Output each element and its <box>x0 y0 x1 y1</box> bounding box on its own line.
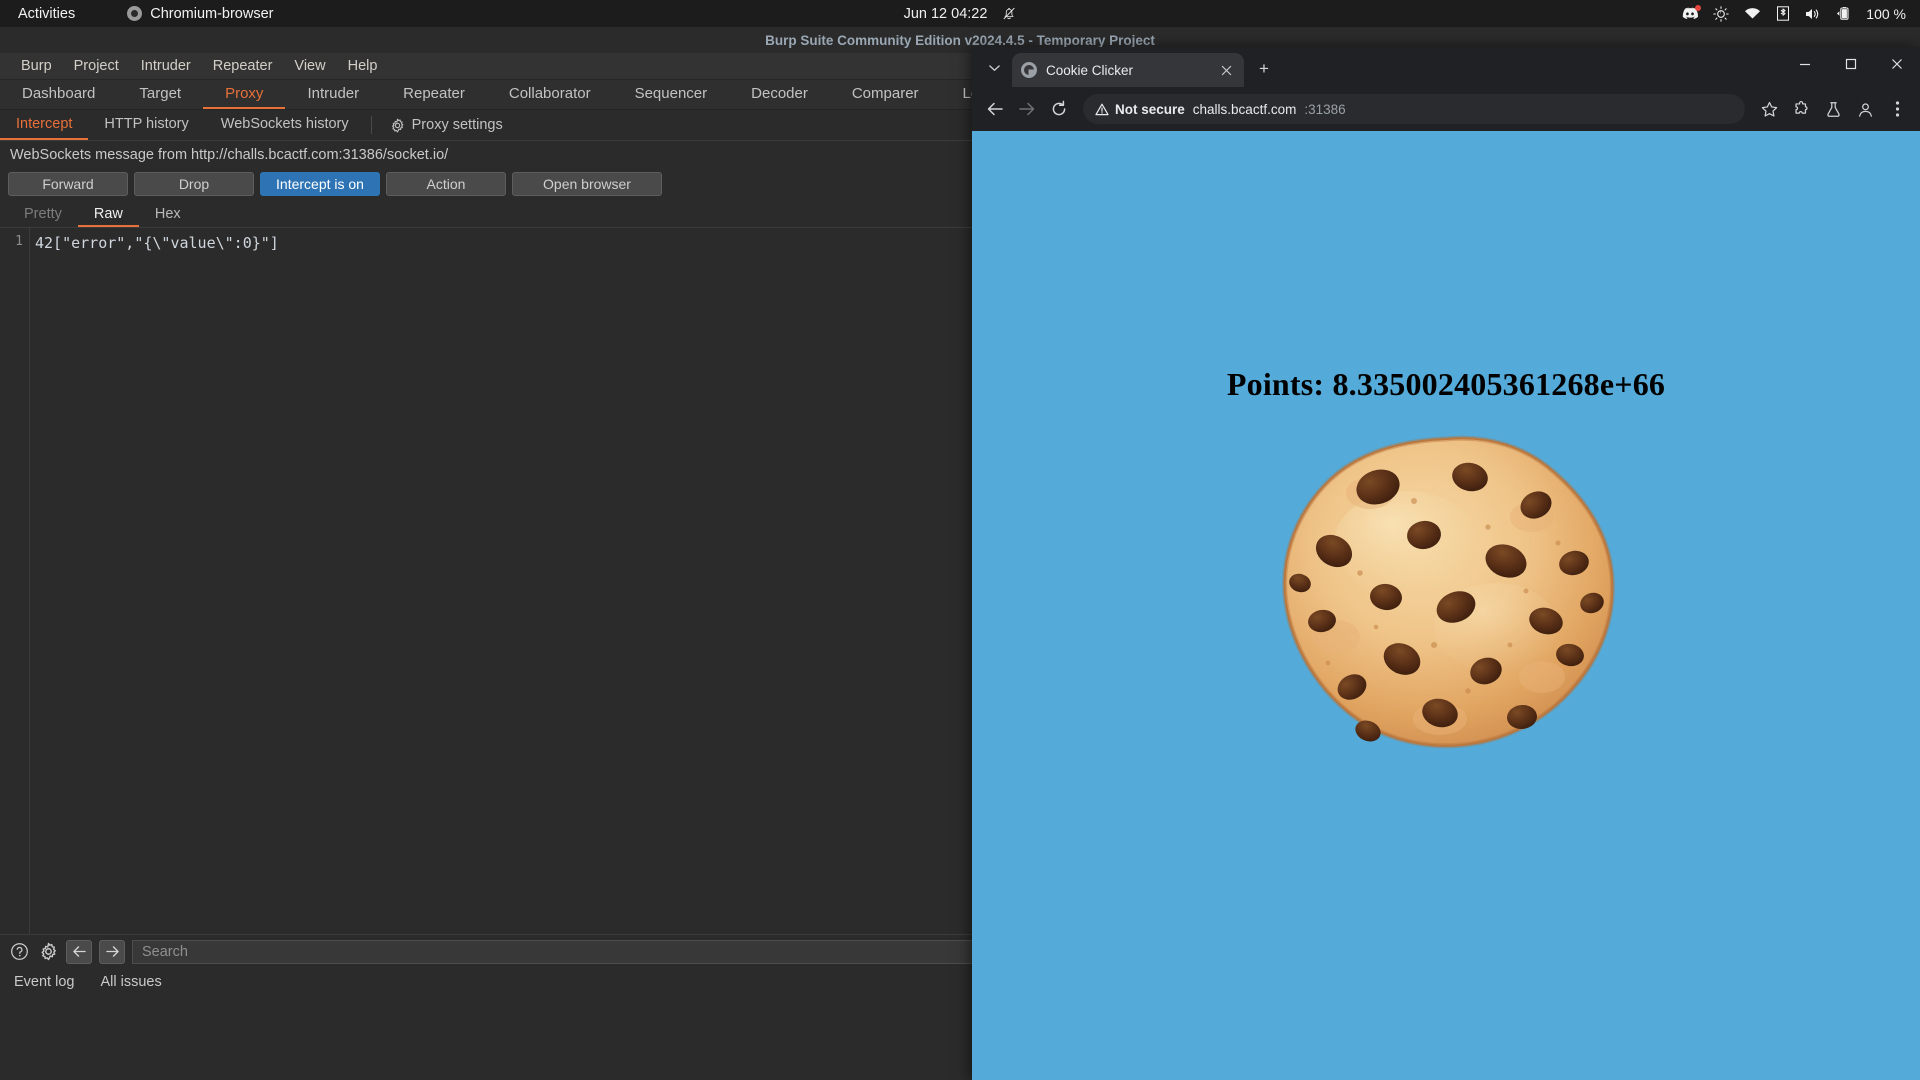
bluetooth-icon <box>1776 6 1790 21</box>
editor-line-number: 1 <box>0 228 28 934</box>
puzzle-icon[interactable] <box>1786 94 1816 124</box>
chrome-tabstrip: Cookie Clicker + <box>972 47 1920 87</box>
subtab-http-history[interactable]: HTTP history <box>88 110 204 140</box>
tab-proxy[interactable]: Proxy <box>203 80 285 109</box>
open-browser-button[interactable]: Open browser <box>512 172 662 196</box>
close-window-icon[interactable] <box>1874 47 1920 81</box>
warning-triangle-icon <box>1095 103 1109 116</box>
history-forward-button[interactable] <box>99 940 125 964</box>
status-all-issues[interactable]: All issues <box>100 974 161 990</box>
tab-intruder[interactable]: Intruder <box>285 80 381 109</box>
format-tab-hex[interactable]: Hex <box>139 202 197 227</box>
settings-gear-icon[interactable] <box>37 941 59 963</box>
brightness-icon <box>1713 6 1729 22</box>
gear-icon <box>390 118 405 133</box>
chromium-icon <box>127 6 142 21</box>
tab-repeater[interactable]: Repeater <box>381 80 487 109</box>
drop-button[interactable]: Drop <box>134 172 254 196</box>
gnome-top-bar: Activities Chromium-browser Jun 12 04:22 <box>0 0 1920 27</box>
arrow-back-icon[interactable] <box>980 94 1010 124</box>
format-tab-pretty[interactable]: Pretty <box>8 202 78 227</box>
reload-icon[interactable] <box>1044 94 1074 124</box>
proxy-settings-button[interactable]: Proxy settings <box>378 110 515 140</box>
history-back-button[interactable] <box>66 940 92 964</box>
close-icon[interactable] <box>1217 61 1235 79</box>
volume-icon <box>1805 7 1821 21</box>
chrome-toolbar: Not secure challs.bcactf.com :31386 <box>972 87 1920 131</box>
maximize-icon[interactable] <box>1828 47 1874 81</box>
subtab-divider <box>371 116 372 134</box>
clock-label: Jun 12 04:22 <box>904 6 988 22</box>
menu-project[interactable]: Project <box>63 55 130 77</box>
clock-area[interactable]: Jun 12 04:22 <box>904 6 1017 22</box>
intercept-toggle-button[interactable]: Intercept is on <box>260 172 380 196</box>
help-icon[interactable] <box>8 941 30 963</box>
chromium-window: Cookie Clicker + <box>972 47 1920 1080</box>
bell-muted-icon <box>1001 6 1016 21</box>
forward-button[interactable]: Forward <box>8 172 128 196</box>
three-dot-menu-icon[interactable] <box>1882 94 1912 124</box>
window-controls <box>1782 47 1920 81</box>
person-icon[interactable] <box>1850 94 1880 124</box>
system-tray[interactable]: 100 % <box>1681 6 1906 22</box>
menu-burp[interactable]: Burp <box>10 55 63 77</box>
battery-percent-label: 100 % <box>1866 6 1906 22</box>
url-port: :31386 <box>1304 102 1345 117</box>
security-indicator[interactable]: Not secure <box>1095 102 1185 117</box>
subtab-websockets-history[interactable]: WebSockets history <box>205 110 365 140</box>
format-tab-raw[interactable]: Raw <box>78 202 139 227</box>
browser-tab-title: Cookie Clicker <box>1046 63 1208 78</box>
tab-comparer[interactable]: Comparer <box>830 80 941 109</box>
tab-decoder[interactable]: Decoder <box>729 80 830 109</box>
notification-badge <box>1695 5 1701 11</box>
desktop-screen: Activities Chromium-browser Jun 12 04:22 <box>0 0 1920 1080</box>
active-app-label: Chromium-browser <box>150 6 273 22</box>
globe-icon <box>1021 62 1037 78</box>
address-bar[interactable]: Not secure challs.bcactf.com :31386 <box>1083 94 1745 124</box>
menu-view[interactable]: View <box>283 55 336 77</box>
page-viewport: Points: 8.335002405361268e+66 <box>972 131 1920 1080</box>
arrow-forward-icon[interactable] <box>1012 94 1042 124</box>
menu-help[interactable]: Help <box>337 55 389 77</box>
proxy-settings-label: Proxy settings <box>412 117 503 133</box>
menu-repeater[interactable]: Repeater <box>202 55 284 77</box>
star-icon[interactable] <box>1754 94 1784 124</box>
battery-icon <box>1836 6 1851 21</box>
menu-intruder[interactable]: Intruder <box>130 55 202 77</box>
minimize-icon[interactable] <box>1782 47 1828 81</box>
tab-target[interactable]: Target <box>117 80 203 109</box>
tab-dashboard[interactable]: Dashboard <box>0 80 117 109</box>
points-label: Points: 8.335002405361268e+66 <box>972 366 1920 403</box>
cookie-image[interactable] <box>1274 431 1618 767</box>
action-button[interactable]: Action <box>386 172 506 196</box>
url-host: challs.bcactf.com <box>1193 102 1297 117</box>
discord-icon <box>1681 7 1698 21</box>
flask-icon[interactable] <box>1818 94 1848 124</box>
tab-sequencer[interactable]: Sequencer <box>613 80 730 109</box>
active-app-indicator[interactable]: Chromium-browser <box>127 6 273 22</box>
tab-collaborator[interactable]: Collaborator <box>487 80 613 109</box>
status-event-log[interactable]: Event log <box>14 974 74 990</box>
activities-button[interactable]: Activities <box>18 6 75 22</box>
chevron-down-icon[interactable] <box>980 54 1008 82</box>
subtab-intercept[interactable]: Intercept <box>0 110 88 140</box>
security-label: Not secure <box>1115 102 1185 117</box>
wifi-icon <box>1744 7 1761 20</box>
browser-tab-cookie-clicker[interactable]: Cookie Clicker <box>1012 53 1244 87</box>
new-tab-button[interactable]: + <box>1250 55 1278 83</box>
